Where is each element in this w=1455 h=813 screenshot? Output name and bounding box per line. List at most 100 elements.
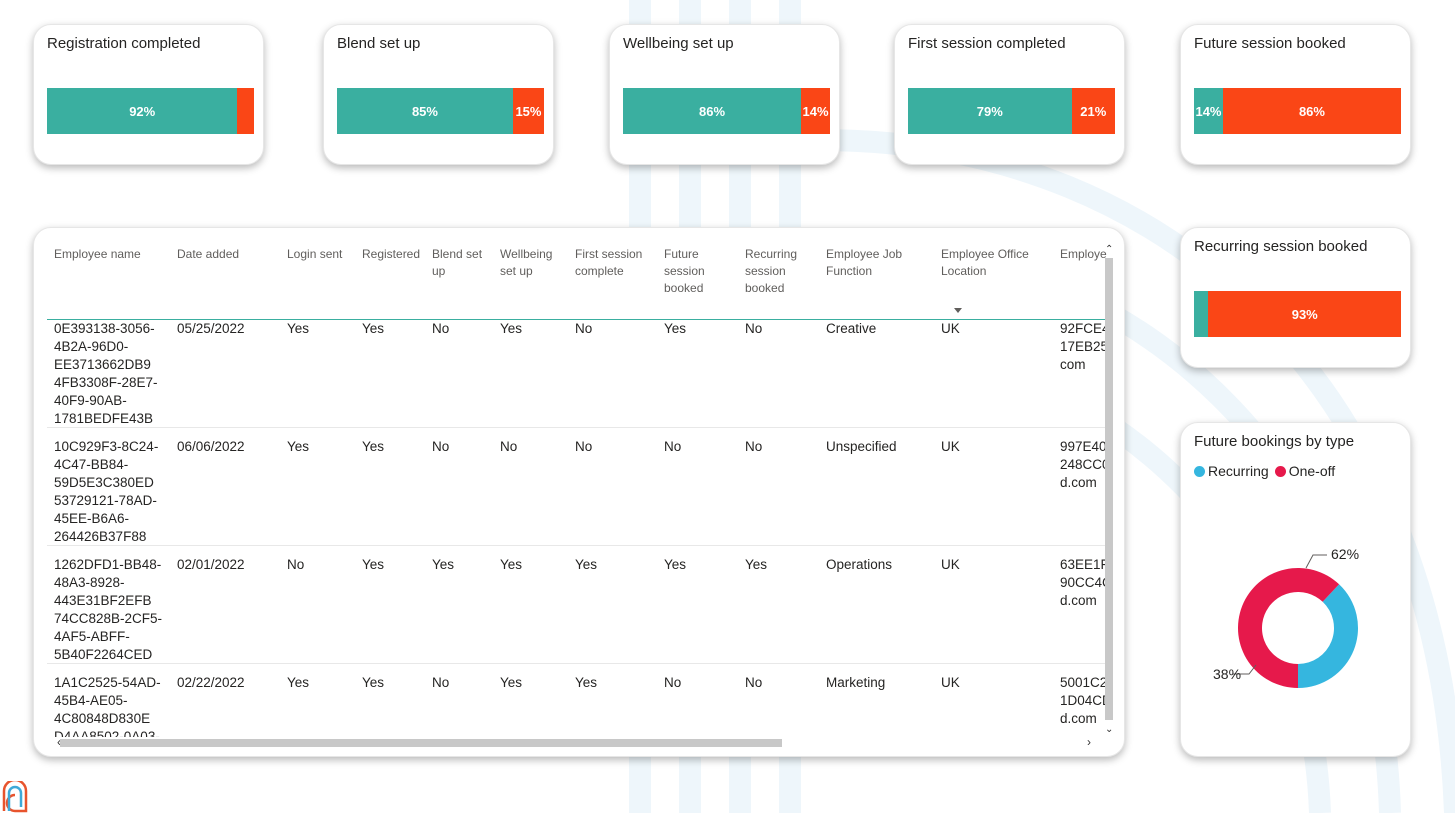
cell-employee-name: 1A1C2525-54AD- 45B4-AE05- 4C80848D830E D… bbox=[54, 675, 161, 737]
kpi-card-recurring-session: Recurring session booked 93% bbox=[1180, 227, 1411, 368]
vertical-scroll-thumb[interactable] bbox=[1105, 258, 1113, 720]
kpi-card-registration: Registration completed 92% bbox=[33, 24, 264, 165]
cell-date-added: 06/06/2022 bbox=[177, 439, 245, 454]
donut-slice-recurring[interactable] bbox=[1298, 584, 1358, 688]
kpi-bar-not-completed bbox=[237, 88, 254, 134]
kpi-bar: 92% bbox=[47, 88, 254, 134]
horizontal-scroll-thumb[interactable] bbox=[60, 739, 782, 747]
cell-recurring-session: No bbox=[745, 439, 763, 454]
cell-wellbeing-set-up: Yes bbox=[500, 321, 523, 336]
legend-dot-recurring bbox=[1194, 465, 1205, 477]
horizontal-scrollbar[interactable]: ‹ › bbox=[47, 735, 1107, 749]
cell-future-session: Yes bbox=[664, 321, 687, 336]
cell-office-location: UK bbox=[941, 557, 960, 572]
donut-label-oneoff: 62% bbox=[1331, 546, 1359, 562]
column-header-first-session[interactable]: First session complete bbox=[575, 246, 655, 280]
employee-table-card: Employee name Date added Login sent Regi… bbox=[33, 227, 1125, 757]
cell-employee-email: 997E40 248CC0 d.com bbox=[1060, 439, 1107, 490]
column-header-date-added[interactable]: Date added bbox=[177, 246, 277, 263]
cell-wellbeing-set-up: Yes bbox=[500, 675, 523, 690]
cell-recurring-session: No bbox=[745, 321, 763, 336]
kpi-bar: 85% 15% bbox=[337, 88, 544, 134]
cell-login-sent: Yes bbox=[287, 675, 310, 690]
cell-recurring-session: No bbox=[745, 675, 763, 690]
kpi-bar-not-completed: 93% bbox=[1208, 291, 1401, 337]
table-row[interactable]: 1A1C2525-54AD- 45B4-AE05- 4C80848D830E D… bbox=[47, 664, 1107, 737]
kpi-bar-completed: 92% bbox=[47, 88, 238, 134]
cell-employee-name: 0E393138-3056- 4B2A-96D0- EE3713662DB9 4… bbox=[54, 321, 158, 426]
column-header-recurring-session[interactable]: Recurring session booked bbox=[745, 246, 813, 297]
vertical-scrollbar[interactable]: ⌃ ⌄ bbox=[1105, 242, 1115, 737]
cell-login-sent: Yes bbox=[287, 439, 310, 454]
scroll-right-icon[interactable]: › bbox=[1087, 735, 1091, 749]
cell-blend-set-up: No bbox=[432, 321, 450, 336]
kpi-title: Blend set up bbox=[337, 35, 421, 52]
cell-registered: Yes bbox=[362, 675, 385, 690]
cell-registered: Yes bbox=[362, 321, 385, 336]
cell-blend-set-up: No bbox=[432, 675, 450, 690]
table-row[interactable]: 1262DFD1-BB48- 48A3-8928- 443E31BF2EFB 7… bbox=[47, 546, 1107, 664]
cell-blend-set-up: Yes bbox=[432, 557, 455, 572]
scroll-up-icon[interactable]: ⌃ bbox=[1105, 244, 1113, 255]
kpi-bar: 79% 21% bbox=[908, 88, 1115, 134]
kpi-bar-not-completed: 14% bbox=[801, 88, 830, 134]
scroll-down-icon[interactable]: ⌄ bbox=[1105, 724, 1113, 735]
legend-label-recurring: Recurring bbox=[1208, 463, 1269, 479]
legend-label-oneoff: One-off bbox=[1288, 463, 1336, 479]
donut-label-oneoff-leader bbox=[1305, 554, 1327, 569]
legend-item-oneoff[interactable]: One-off bbox=[1274, 463, 1336, 479]
donut-label-recurring: 38% bbox=[1213, 666, 1241, 682]
kpi-title: Future session booked bbox=[1194, 35, 1346, 52]
cell-login-sent: Yes bbox=[287, 321, 310, 336]
kpi-bar-not-completed: 86% bbox=[1222, 88, 1401, 134]
column-header-employee-email[interactable]: Employee bbox=[1060, 246, 1107, 263]
kpi-bar: 86% 14% bbox=[623, 88, 830, 134]
cell-future-session: No bbox=[664, 439, 682, 454]
cell-registered: Yes bbox=[362, 557, 385, 572]
kpi-title: Recurring session booked bbox=[1194, 238, 1368, 255]
kpi-bar: 93% bbox=[1194, 291, 1401, 337]
legend-item-recurring[interactable]: Recurring bbox=[1194, 463, 1269, 479]
cell-employee-name: 10C929F3-8C24- 4C47-BB84- 59D5E3C380ED 5… bbox=[54, 439, 159, 544]
column-header-login-sent[interactable]: Login sent bbox=[287, 246, 357, 263]
cell-job-function: Operations bbox=[826, 557, 893, 572]
cell-job-function: Creative bbox=[826, 321, 877, 336]
column-header-registered[interactable]: Registered bbox=[362, 246, 428, 263]
kpi-title: First session completed bbox=[908, 35, 1066, 52]
kpi-card-future-session: Future session booked 14% 86% bbox=[1180, 24, 1411, 165]
cell-office-location: UK bbox=[941, 321, 960, 336]
cell-wellbeing-set-up: Yes bbox=[500, 557, 523, 572]
kpi-card-first-session: First session completed 79% 21% bbox=[894, 24, 1125, 165]
cell-job-function: Unspecified bbox=[826, 439, 897, 454]
column-header-future-session[interactable]: Future session booked bbox=[664, 246, 722, 297]
kpi-bar-completed: 86% bbox=[623, 88, 802, 134]
cell-wellbeing-set-up: No bbox=[500, 439, 518, 454]
cell-date-added: 02/22/2022 bbox=[177, 675, 245, 690]
kpi-bar-not-completed: 15% bbox=[512, 88, 544, 134]
cell-recurring-session: Yes bbox=[745, 557, 768, 572]
kpi-bar-not-completed: 21% bbox=[1071, 88, 1115, 134]
column-header-blend-set-up[interactable]: Blend set up bbox=[432, 246, 490, 280]
cell-registered: Yes bbox=[362, 439, 385, 454]
cell-office-location: UK bbox=[941, 439, 960, 454]
column-header-wellbeing-set-up[interactable]: Wellbeing set up bbox=[500, 246, 564, 280]
cell-employee-email: 5001C2 1D04CD d.com bbox=[1060, 675, 1107, 726]
kpi-card-wellbeing: Wellbeing set up 86% 14% bbox=[609, 24, 840, 165]
kpi-bar-completed: 14% bbox=[1194, 88, 1223, 134]
cell-first-session: Yes bbox=[575, 675, 598, 690]
table-row[interactable]: 0E393138-3056- 4B2A-96D0- EE3713662DB9 4… bbox=[47, 310, 1107, 428]
column-header-job-function[interactable]: Employee Job Function bbox=[826, 246, 922, 280]
cell-employee-name: 1262DFD1-BB48- 48A3-8928- 443E31BF2EFB 7… bbox=[54, 557, 163, 662]
kpi-bar-completed: 85% bbox=[337, 88, 513, 134]
column-header-office-location[interactable]: Employee Office Location bbox=[941, 246, 1047, 280]
cell-future-session: Yes bbox=[664, 557, 687, 572]
cell-employee-email: 92FCE4 17EB25 com bbox=[1060, 321, 1107, 372]
cell-login-sent: No bbox=[287, 557, 305, 572]
kpi-card-blend: Blend set up 85% 15% bbox=[323, 24, 554, 165]
column-header-employee-name[interactable]: Employee name bbox=[54, 246, 164, 263]
kpi-bar-completed bbox=[1194, 291, 1209, 337]
cell-job-function: Marketing bbox=[826, 675, 886, 690]
donut-legend: Recurring One-off bbox=[1194, 463, 1341, 479]
cell-date-added: 05/25/2022 bbox=[177, 321, 245, 336]
table-row[interactable]: 10C929F3-8C24- 4C47-BB84- 59D5E3C380ED 5… bbox=[47, 428, 1107, 546]
